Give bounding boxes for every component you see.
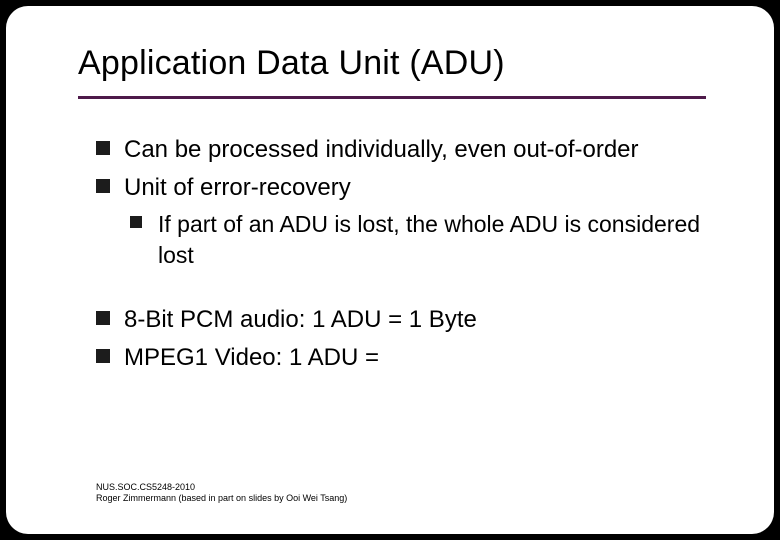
bullet-text: MPEG1 Video: 1 ADU = [124, 344, 379, 371]
bullet-item: Unit of error-recovery [96, 172, 716, 204]
bullet-text: 8-Bit PCM audio: 1 ADU = 1 Byte [124, 306, 477, 333]
bullet-text: Can be processed individually, even out-… [124, 136, 639, 163]
footer-line-2: Roger Zimmermann (based in part on slide… [96, 493, 347, 504]
bullet-text: Unit of error-recovery [124, 174, 351, 201]
bullet-item: 8-Bit PCM audio: 1 ADU = 1 Byte [96, 304, 716, 336]
slide: Application Data Unit (ADU) Can be proce… [6, 6, 774, 534]
square-bullet-icon [96, 179, 110, 193]
square-bullet-icon [96, 349, 110, 363]
bullet-item: Can be processed individually, even out-… [96, 134, 716, 166]
bullet-text: If part of an ADU is lost, the whole ADU… [158, 211, 700, 267]
spacer [96, 276, 716, 304]
slide-body: Can be processed individually, even out-… [96, 134, 716, 379]
bullet-item: If part of an ADU is lost, the whole ADU… [130, 209, 716, 270]
footer-line-1: NUS.SOC.CS5248-2010 [96, 482, 347, 493]
square-bullet-icon [96, 141, 110, 155]
slide-title: Application Data Unit (ADU) [78, 44, 505, 83]
title-divider [78, 96, 706, 99]
slide-footer: NUS.SOC.CS5248-2010 Roger Zimmermann (ba… [96, 482, 347, 505]
square-bullet-icon [96, 311, 110, 325]
bullet-item: MPEG1 Video: 1 ADU = [96, 342, 716, 374]
square-bullet-icon [130, 216, 142, 228]
